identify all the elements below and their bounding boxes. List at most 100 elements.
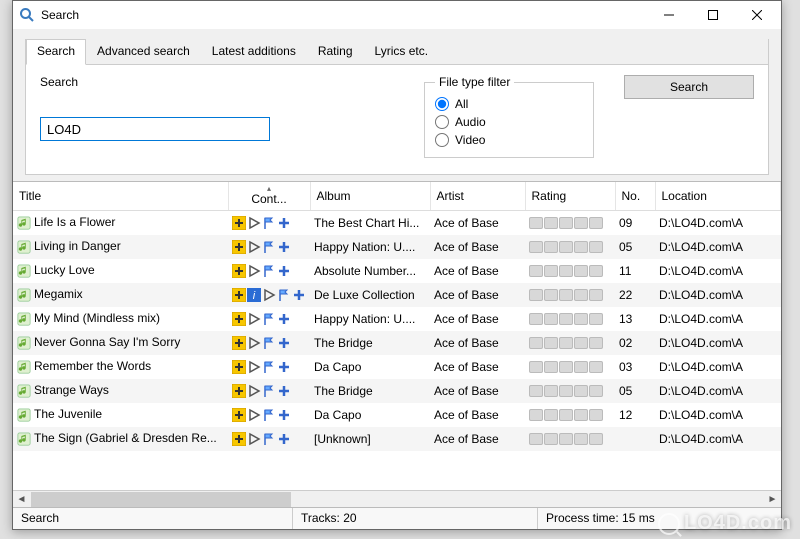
rating-widget[interactable] bbox=[529, 361, 611, 373]
play-icon[interactable] bbox=[247, 384, 261, 398]
rating-cell[interactable] bbox=[589, 409, 603, 421]
rating-widget[interactable] bbox=[529, 409, 611, 421]
plus-blue-icon[interactable] bbox=[277, 240, 291, 254]
tab-latest-additions[interactable]: Latest additions bbox=[201, 39, 307, 64]
plus-blue-icon[interactable] bbox=[277, 408, 291, 422]
table-row[interactable]: My Mind (Mindless mix)Happy Nation: U...… bbox=[13, 307, 781, 331]
play-icon[interactable] bbox=[247, 336, 261, 350]
table-row[interactable]: The Sign (Gabriel & Dresden Re...[Unknow… bbox=[13, 427, 781, 451]
flag-icon[interactable] bbox=[262, 264, 276, 278]
flag-icon[interactable] bbox=[277, 288, 291, 302]
filter-option-video[interactable]: Video bbox=[435, 133, 583, 147]
rating-cell[interactable] bbox=[574, 385, 588, 397]
plus-blue-icon[interactable] bbox=[277, 216, 291, 230]
rating-cell[interactable] bbox=[589, 313, 603, 325]
rating-widget[interactable] bbox=[529, 217, 611, 229]
play-icon[interactable] bbox=[247, 240, 261, 254]
plus-blue-icon[interactable] bbox=[277, 384, 291, 398]
add-playlist-icon[interactable] bbox=[232, 288, 246, 302]
rating-cell[interactable] bbox=[559, 265, 573, 277]
filter-option-all[interactable]: All bbox=[435, 97, 583, 111]
rating-cell[interactable] bbox=[544, 313, 558, 325]
rating-cell[interactable] bbox=[574, 217, 588, 229]
rating-cell[interactable] bbox=[589, 241, 603, 253]
tab-rating[interactable]: Rating bbox=[307, 39, 364, 64]
column-header-location[interactable]: Location bbox=[655, 182, 781, 211]
add-playlist-icon[interactable] bbox=[232, 336, 246, 350]
play-icon[interactable] bbox=[247, 432, 261, 446]
maximize-button[interactable] bbox=[691, 1, 735, 29]
plus-blue-icon[interactable] bbox=[292, 288, 306, 302]
table-row[interactable]: Life Is a FlowerThe Best Chart Hi...Ace … bbox=[13, 211, 781, 235]
rating-cell[interactable] bbox=[589, 265, 603, 277]
table-row[interactable]: Remember the WordsDa CapoAce of Base03D:… bbox=[13, 355, 781, 379]
rating-cell[interactable] bbox=[559, 217, 573, 229]
rating-cell[interactable] bbox=[529, 409, 543, 421]
plus-blue-icon[interactable] bbox=[277, 360, 291, 374]
add-playlist-icon[interactable] bbox=[232, 312, 246, 326]
filter-radio-audio[interactable] bbox=[435, 115, 449, 129]
rating-widget[interactable] bbox=[529, 433, 611, 445]
flag-icon[interactable] bbox=[262, 432, 276, 446]
column-header-cont[interactable]: ▴Cont... bbox=[228, 182, 310, 211]
flag-icon[interactable] bbox=[262, 216, 276, 230]
rating-cell[interactable] bbox=[589, 433, 603, 445]
rating-cell[interactable] bbox=[559, 385, 573, 397]
rating-cell[interactable] bbox=[574, 409, 588, 421]
rating-cell[interactable] bbox=[589, 385, 603, 397]
rating-cell[interactable] bbox=[574, 313, 588, 325]
add-playlist-icon[interactable] bbox=[232, 240, 246, 254]
rating-widget[interactable] bbox=[529, 265, 611, 277]
table-row[interactable]: Living in DangerHappy Nation: U....Ace o… bbox=[13, 235, 781, 259]
play-icon[interactable] bbox=[247, 408, 261, 422]
add-playlist-icon[interactable] bbox=[232, 360, 246, 374]
rating-widget[interactable] bbox=[529, 289, 611, 301]
scroll-right-arrow-icon[interactable]: ► bbox=[764, 491, 781, 508]
filter-option-audio[interactable]: Audio bbox=[435, 115, 583, 129]
add-playlist-icon[interactable] bbox=[232, 408, 246, 422]
tab-search[interactable]: Search bbox=[26, 39, 86, 65]
rating-cell[interactable] bbox=[544, 241, 558, 253]
column-header-title[interactable]: Title bbox=[13, 182, 228, 211]
rating-cell[interactable] bbox=[559, 409, 573, 421]
flag-icon[interactable] bbox=[262, 408, 276, 422]
rating-cell[interactable] bbox=[589, 337, 603, 349]
rating-cell[interactable] bbox=[544, 217, 558, 229]
horizontal-scrollbar[interactable]: ◄ ► bbox=[13, 490, 781, 507]
rating-cell[interactable] bbox=[529, 385, 543, 397]
plus-blue-icon[interactable] bbox=[277, 336, 291, 350]
rating-cell[interactable] bbox=[574, 241, 588, 253]
rating-cell[interactable] bbox=[529, 289, 543, 301]
rating-widget[interactable] bbox=[529, 385, 611, 397]
rating-cell[interactable] bbox=[544, 337, 558, 349]
tab-advanced-search[interactable]: Advanced search bbox=[86, 39, 201, 64]
table-row[interactable]: Never Gonna Say I'm SorryThe BridgeAce o… bbox=[13, 331, 781, 355]
scroll-thumb[interactable] bbox=[31, 492, 291, 507]
table-row[interactable]: MegamixiDe Luxe CollectionAce of Base22D… bbox=[13, 283, 781, 307]
scroll-left-arrow-icon[interactable]: ◄ bbox=[13, 491, 30, 508]
add-playlist-icon[interactable] bbox=[232, 264, 246, 278]
rating-cell[interactable] bbox=[529, 361, 543, 373]
table-row[interactable]: The JuvenileDa CapoAce of Base12D:\LO4D.… bbox=[13, 403, 781, 427]
plus-blue-icon[interactable] bbox=[277, 432, 291, 446]
rating-cell[interactable] bbox=[559, 289, 573, 301]
table-row[interactable]: Strange WaysThe BridgeAce of Base05D:\LO… bbox=[13, 379, 781, 403]
rating-cell[interactable] bbox=[544, 289, 558, 301]
rating-cell[interactable] bbox=[529, 217, 543, 229]
flag-icon[interactable] bbox=[262, 360, 276, 374]
column-header-no[interactable]: No. bbox=[615, 182, 655, 211]
rating-cell[interactable] bbox=[559, 241, 573, 253]
rating-widget[interactable] bbox=[529, 313, 611, 325]
rating-cell[interactable] bbox=[574, 265, 588, 277]
flag-icon[interactable] bbox=[262, 384, 276, 398]
search-input[interactable] bbox=[40, 117, 270, 141]
rating-cell[interactable] bbox=[529, 313, 543, 325]
flag-icon[interactable] bbox=[262, 312, 276, 326]
rating-cell[interactable] bbox=[559, 361, 573, 373]
close-button[interactable] bbox=[735, 1, 779, 29]
rating-cell[interactable] bbox=[529, 337, 543, 349]
add-playlist-icon[interactable] bbox=[232, 384, 246, 398]
column-header-rating[interactable]: Rating bbox=[525, 182, 615, 211]
rating-widget[interactable] bbox=[529, 241, 611, 253]
info-icon[interactable]: i bbox=[247, 288, 261, 302]
